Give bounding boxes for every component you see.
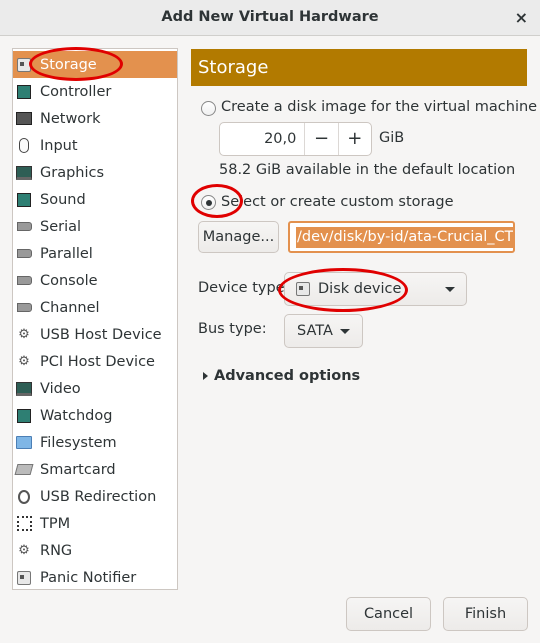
sidebar-item-watchdog[interactable]: Watchdog <box>13 402 177 429</box>
sidebar-item-panic-notifier[interactable]: Panic Notifier <box>13 564 177 591</box>
increment-button[interactable]: + <box>337 123 371 155</box>
sidebar-item-video[interactable]: Video <box>13 375 177 402</box>
sidebar-item-label: Controller <box>40 83 112 100</box>
sidebar-item-tpm[interactable]: TPM <box>13 510 177 537</box>
controller-icon <box>16 84 32 100</box>
sidebar-item-label: Parallel <box>40 245 93 262</box>
disk-size-unit: GiB <box>379 130 405 146</box>
cancel-button[interactable]: Cancel <box>346 597 431 631</box>
device-type-dropdown[interactable]: Disk device <box>284 272 467 306</box>
sidebar-item-network[interactable]: Network <box>13 105 177 132</box>
sidebar-item-usb-redirection[interactable]: USB Redirection <box>13 483 177 510</box>
decrement-button[interactable]: − <box>304 123 337 155</box>
close-icon[interactable]: × <box>515 0 528 35</box>
bus-type-dropdown[interactable]: SATA <box>284 314 363 348</box>
sidebar-item-graphics[interactable]: Graphics <box>13 159 177 186</box>
sound-card-icon <box>16 192 32 208</box>
sidebar-item-label: Video <box>40 380 81 397</box>
sidebar-item-label: Sound <box>40 191 86 208</box>
chevron-right-icon <box>203 372 208 380</box>
custom-storage-radio[interactable] <box>201 195 216 210</box>
folder-icon <box>16 435 32 451</box>
sidebar-item-label: Watchdog <box>40 407 113 424</box>
tpm-chip-icon <box>16 516 32 532</box>
chevron-down-icon <box>445 286 455 292</box>
sidebar-item-label: Smartcard <box>40 461 116 478</box>
storage-path-text: /dev/disk/by-id/ata-Crucial_CT2 <box>296 227 513 248</box>
sidebar-item-storage[interactable]: Storage <box>13 51 177 78</box>
sidebar-item-console[interactable]: Console <box>13 267 177 294</box>
mouse-icon <box>16 138 32 154</box>
plug-icon <box>16 246 32 262</box>
sidebar-item-serial[interactable]: Serial <box>13 213 177 240</box>
sidebar-item-filesystem[interactable]: Filesystem <box>13 429 177 456</box>
sidebar-item-label: Serial <box>40 218 82 235</box>
plug-icon <box>16 219 32 235</box>
available-space-text: 58.2 GiB available in the default locati… <box>219 162 516 178</box>
sidebar-item-rng[interactable]: ⚙ RNG <box>13 537 177 564</box>
finish-button[interactable]: Finish <box>443 597 528 631</box>
disk-size-stepper[interactable]: 20,0 − + <box>219 122 372 156</box>
sidebar-item-parallel[interactable]: Parallel <box>13 240 177 267</box>
smartcard-icon <box>14 462 34 478</box>
device-type-label: Device type: <box>198 280 290 296</box>
sidebar-item-label: USB Host Device <box>40 326 162 343</box>
sidebar-item-label: RNG <box>40 542 73 559</box>
disk-icon <box>16 57 32 73</box>
panel-title: Storage <box>191 49 527 86</box>
usb-icon: ⚙ <box>18 327 30 342</box>
usb-icon: ⚙ <box>18 354 30 369</box>
storage-path-input[interactable]: /dev/disk/by-id/ata-Crucial_CT2 <box>288 221 515 253</box>
create-disk-label[interactable]: Create a disk image for the virtual mach… <box>221 99 537 115</box>
plug-icon <box>16 300 32 316</box>
sidebar-item-label: Network <box>40 110 101 127</box>
sidebar-item-smartcard[interactable]: Smartcard <box>13 456 177 483</box>
sidebar-item-sound[interactable]: Sound <box>13 186 177 213</box>
sidebar-item-label: Graphics <box>40 164 105 181</box>
monitor-icon <box>16 381 32 397</box>
chip-icon <box>16 408 32 424</box>
hardware-type-list: Storage Controller Network Input Graphic… <box>12 48 178 590</box>
monitor-icon <box>16 165 32 181</box>
dialog-titlebar: Add New Virtual Hardware × <box>0 0 540 36</box>
create-disk-radio[interactable] <box>201 101 216 116</box>
disk-icon <box>296 282 310 296</box>
disk-size-input[interactable]: 20,0 <box>220 123 304 155</box>
sidebar-item-pci-host-device[interactable]: ⚙ PCI Host Device <box>13 348 177 375</box>
dialog-title: Add New Virtual Hardware <box>161 9 379 25</box>
custom-storage-label[interactable]: Select or create custom storage <box>221 194 454 210</box>
sidebar-item-controller[interactable]: Controller <box>13 78 177 105</box>
advanced-options-label: Advanced options <box>214 368 361 384</box>
plug-icon <box>16 273 32 289</box>
sidebar-item-label: TPM <box>40 515 71 532</box>
sidebar-item-label: Input <box>40 137 78 154</box>
sidebar-item-label: Channel <box>40 299 100 316</box>
sidebar-item-label: USB Redirection <box>40 488 157 505</box>
sidebar-item-channel[interactable]: Channel <box>13 294 177 321</box>
usb-icon: ⚙ <box>18 543 30 558</box>
usb-redirect-icon <box>16 489 32 505</box>
bus-type-label: Bus type: <box>198 321 267 337</box>
sidebar-item-label: Storage <box>40 56 97 73</box>
disk-icon <box>16 570 32 586</box>
sidebar-item-label: Panic Notifier <box>40 569 137 586</box>
advanced-options-expander[interactable]: Advanced options <box>203 368 360 384</box>
device-type-value: Disk device <box>318 281 402 297</box>
sidebar-item-input[interactable]: Input <box>13 132 177 159</box>
manage-button[interactable]: Manage... <box>198 221 279 253</box>
sidebar-item-label: Console <box>40 272 98 289</box>
bus-type-value: SATA <box>297 323 333 339</box>
chevron-down-icon <box>340 328 350 334</box>
network-icon <box>16 111 32 127</box>
sidebar-item-label: Filesystem <box>40 434 117 451</box>
sidebar-item-label: PCI Host Device <box>40 353 155 370</box>
sidebar-item-usb-host-device[interactable]: ⚙ USB Host Device <box>13 321 177 348</box>
